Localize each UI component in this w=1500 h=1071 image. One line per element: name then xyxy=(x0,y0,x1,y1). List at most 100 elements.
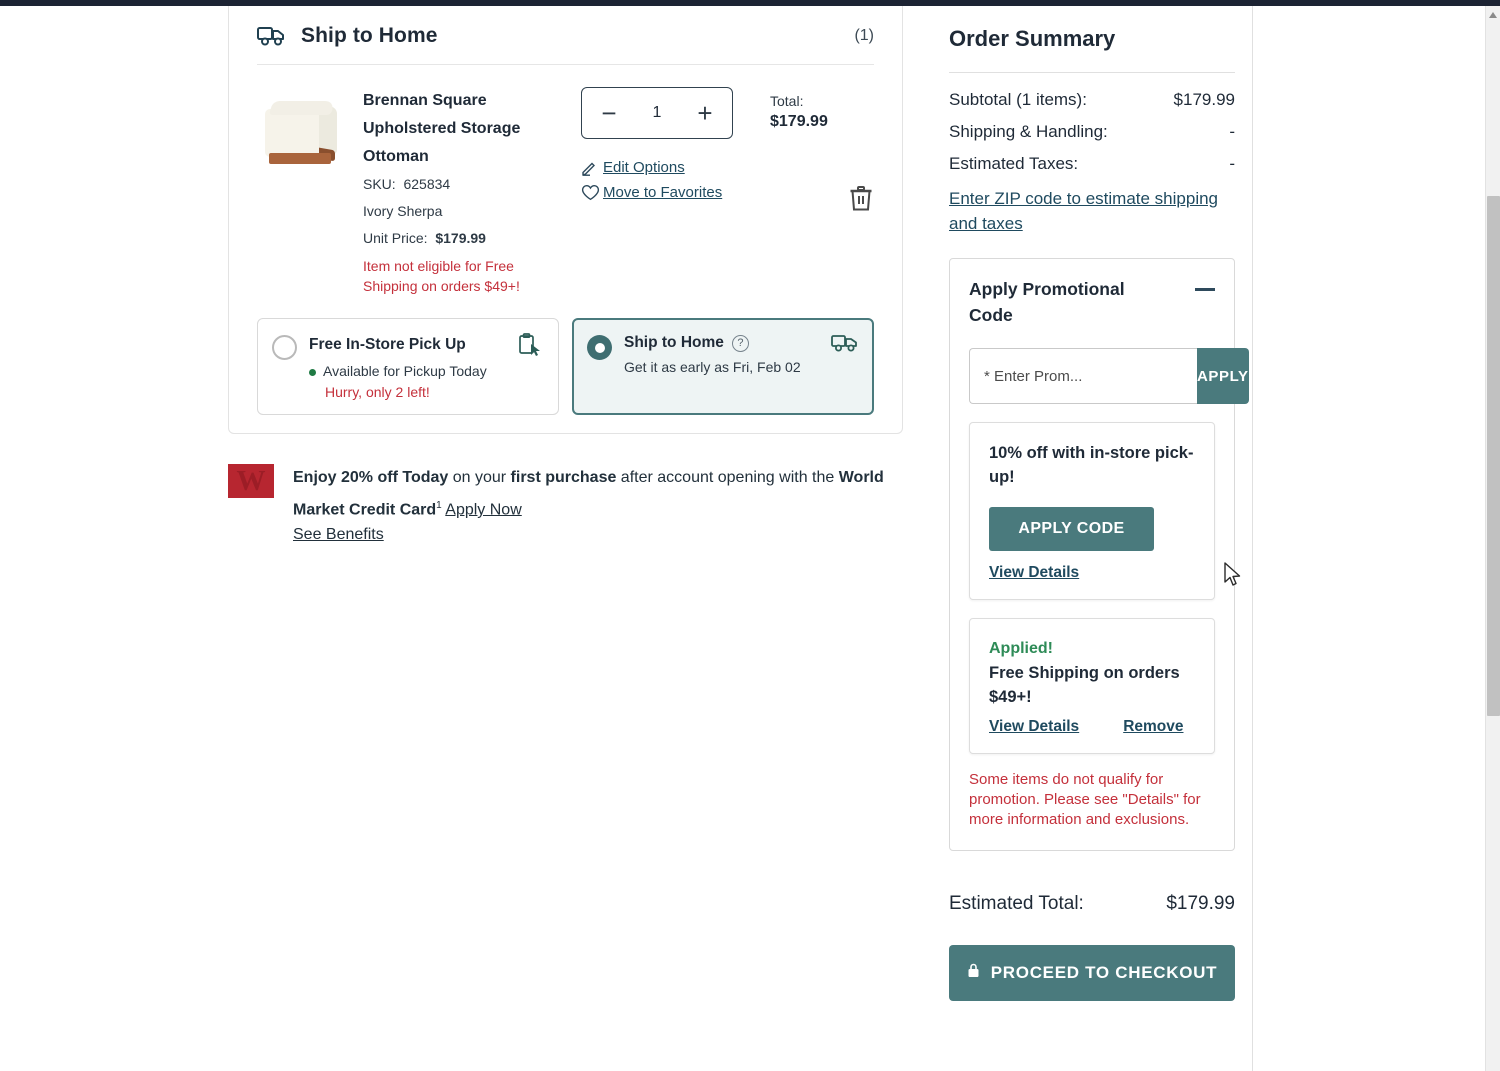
scroll-up-arrow-icon[interactable] xyxy=(1489,12,1497,18)
shipping-ineligible-warning: Item not eligible for Free Shipping on o… xyxy=(363,258,520,294)
ship-radio[interactable] xyxy=(587,335,612,360)
proceed-to-checkout-button[interactable]: PROCEED TO CHECKOUT xyxy=(949,945,1235,1001)
taxes-value: - xyxy=(1229,154,1235,173)
column-divider xyxy=(1252,6,1253,1071)
promo-offer-card: 10% off with in-store pick-up! APPLY COD… xyxy=(969,422,1215,600)
trash-icon[interactable] xyxy=(849,184,873,217)
quantity-increase-button[interactable]: + xyxy=(692,100,718,126)
pickup-radio[interactable] xyxy=(272,335,297,360)
enter-zip-link[interactable]: Enter ZIP code to estimate shipping and … xyxy=(949,186,1235,236)
ship-eta: Get it as early as Fri, Feb 02 xyxy=(624,359,801,375)
ship-title: Ship to Home xyxy=(624,334,724,351)
pencil-icon xyxy=(581,159,603,176)
apply-code-button[interactable]: APPLY CODE xyxy=(989,507,1154,551)
quantity-value: 1 xyxy=(652,104,662,121)
estimated-total-row: Estimated Total: $179.99 xyxy=(949,893,1235,915)
ship-to-home-card: Ship to Home (1) Brennan Square Upholste… xyxy=(228,6,903,434)
product-sku: SKU: 625834 xyxy=(363,171,568,198)
cart-column: Ship to Home (1) Brennan Square Upholste… xyxy=(228,6,903,544)
order-summary-panel: Order Summary Subtotal (1 items): $179.9… xyxy=(933,6,1251,1071)
cart-item-row: Brennan Square Upholstered Storage Ottom… xyxy=(257,65,874,302)
credit-offer-mid1: on your xyxy=(448,469,511,486)
estimated-total-value: $179.99 xyxy=(1166,893,1235,914)
subtotal-value: $179.99 xyxy=(1173,90,1235,109)
credit-offer-mid2: after account opening with the xyxy=(616,469,839,486)
product-image[interactable] xyxy=(257,87,349,179)
pickup-body: Free In-Store Pick Up Available for Pick… xyxy=(297,333,544,402)
applied-view-details-link[interactable]: View Details xyxy=(989,718,1079,736)
promo-title: Apply Promotional Code xyxy=(969,279,1125,325)
order-summary-title: Order Summary xyxy=(949,26,1116,51)
offer-view-details-link[interactable]: View Details xyxy=(989,564,1079,582)
store-pickup-icon xyxy=(518,333,544,357)
heart-icon xyxy=(581,184,603,201)
shipping-value: - xyxy=(1229,122,1235,141)
product-info: Brennan Square Upholstered Storage Ottom… xyxy=(363,87,568,296)
credit-offer-headline: Enjoy 20% off Today xyxy=(293,469,449,486)
pickup-availability: Available for Pickup Today xyxy=(309,360,544,382)
product-title[interactable]: Brennan Square Upholstered Storage Ottom… xyxy=(363,87,568,171)
quantity-column: − 1 + Edit Options Move to Favorites xyxy=(568,87,758,296)
item-total-label: Total: xyxy=(770,93,804,109)
delivery-option-ship[interactable]: Ship to Home ? Get it as early as Fri, F… xyxy=(572,318,874,415)
cart-page: Ship to Home (1) Brennan Square Upholste… xyxy=(0,0,1500,1071)
summary-row-subtotal: Subtotal (1 items): $179.99 xyxy=(949,90,1235,110)
estimated-total-label: Estimated Total: xyxy=(949,893,1084,914)
product-color: Ivory Sherpa xyxy=(363,203,443,219)
edit-options-link[interactable]: Edit Options xyxy=(603,159,685,176)
sku-value: 625834 xyxy=(403,176,451,192)
world-market-logo: W xyxy=(228,464,274,498)
credit-card-offer-text: Enjoy 20% off Today on your first purcha… xyxy=(293,464,893,524)
unit-price-label: Unit Price: xyxy=(363,230,428,246)
quantity-decrease-button[interactable]: − xyxy=(596,100,622,126)
pickup-urgency: Hurry, only 2 left! xyxy=(325,384,430,400)
scrollbar-thumb[interactable] xyxy=(1487,196,1500,716)
summary-row-shipping: Shipping & Handling: - xyxy=(949,122,1235,142)
apply-promo-button[interactable]: APPLY xyxy=(1197,348,1249,404)
move-to-favorites-link[interactable]: Move to Favorites xyxy=(603,184,722,201)
checkout-button-label: PROCEED TO CHECKOUT xyxy=(990,963,1218,982)
summary-row-taxes: Estimated Taxes: - xyxy=(949,154,1235,174)
promo-code-card: Apply Promotional Code APPLY 10% off wit… xyxy=(949,258,1249,851)
credit-offer-bold2: first purchase xyxy=(510,469,617,486)
summary-divider xyxy=(949,72,1235,73)
applied-status-label: Applied! xyxy=(989,640,1053,657)
unit-price-value: $179.99 xyxy=(435,230,486,246)
taxes-label: Estimated Taxes: xyxy=(949,154,1079,173)
availability-dot-icon xyxy=(309,369,316,376)
truck-icon xyxy=(257,26,285,46)
ship-to-home-header: Ship to Home (1) xyxy=(257,6,874,64)
delivery-option-pickup[interactable]: Free In-Store Pick Up Available for Pick… xyxy=(257,318,559,415)
ship-to-home-count: (1) xyxy=(854,27,874,44)
delivery-options: Free In-Store Pick Up Available for Pick… xyxy=(257,318,874,415)
sku-label: SKU: xyxy=(363,176,396,192)
promo-code-input[interactable] xyxy=(969,348,1197,404)
credit-footnote-marker: 1 xyxy=(436,500,442,511)
remove-promo-link[interactable]: Remove xyxy=(1123,718,1183,736)
ship-body: Ship to Home ? Get it as early as Fri, F… xyxy=(612,333,859,402)
quantity-stepper[interactable]: − 1 + xyxy=(581,87,733,139)
promo-header: Apply Promotional Code xyxy=(969,276,1215,328)
item-total-value: $179.99 xyxy=(770,113,828,130)
shipping-label: Shipping & Handling: xyxy=(949,122,1108,141)
question-mark-icon[interactable]: ? xyxy=(731,334,749,352)
credit-card-banner: W Enjoy 20% off Today on your first purc… xyxy=(228,464,903,544)
applied-promo-links: View Details Remove xyxy=(989,718,1195,736)
applied-promo-card: Applied! Free Shipping on orders $49+! V… xyxy=(969,618,1215,754)
mouse-cursor xyxy=(1224,562,1242,593)
see-benefits-link[interactable]: See Benefits xyxy=(293,526,384,544)
pickup-availability-text: Available for Pickup Today xyxy=(323,363,487,379)
promo-input-row: APPLY xyxy=(969,348,1249,404)
promo-offer-title: 10% off with in-store pick-up! xyxy=(989,444,1194,486)
lock-icon xyxy=(967,963,980,983)
vertical-scrollbar[interactable] xyxy=(1485,6,1500,1071)
minus-icon[interactable] xyxy=(1195,288,1215,291)
applied-promo-title: Free Shipping on orders $49+! xyxy=(989,664,1180,706)
move-to-favorites-row[interactable]: Move to Favorites xyxy=(581,184,758,201)
credit-card-text-block: Enjoy 20% off Today on your first purcha… xyxy=(293,464,893,544)
apply-now-link[interactable]: Apply Now xyxy=(445,501,521,518)
truck-icon-option xyxy=(831,333,859,353)
promo-exclusions-note: Some items do not qualify for promotion.… xyxy=(969,771,1201,828)
edit-options-row[interactable]: Edit Options xyxy=(581,159,758,176)
subtotal-label: Subtotal (1 items): xyxy=(949,90,1087,109)
